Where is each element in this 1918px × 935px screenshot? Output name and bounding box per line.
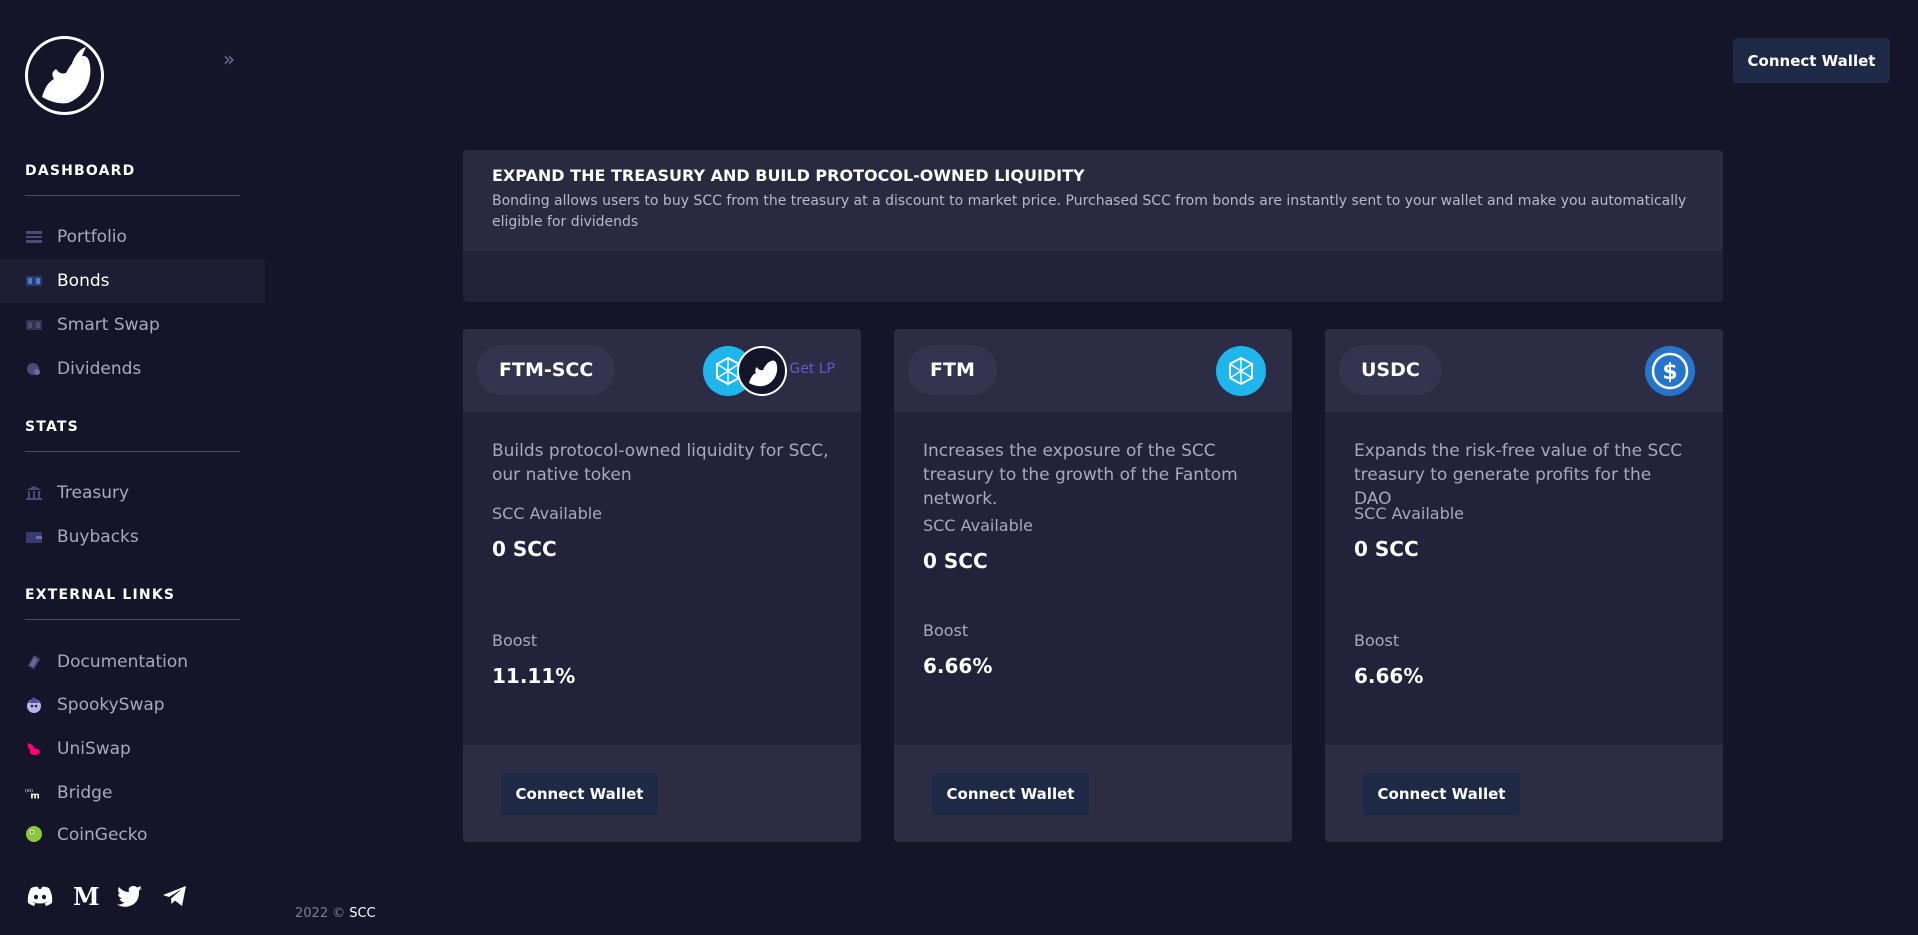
boost-label: Boost (1354, 631, 1400, 650)
sidebar-item-label: Smart Swap (57, 315, 160, 335)
bond-name-pill: USDC (1339, 345, 1442, 395)
bond-card-usdc: USDC $ Expands the risk-free value of th… (1325, 329, 1723, 842)
connect-wallet-button[interactable]: Connect Wallet (932, 773, 1089, 815)
svg-text:m: m (30, 791, 39, 800)
swap-icon (25, 316, 43, 334)
divider (25, 619, 240, 620)
bank-icon (25, 484, 43, 502)
coingecko-icon (25, 825, 43, 843)
spookyswap-icon (25, 696, 43, 714)
dividends-icon (25, 360, 43, 378)
sidebar-item-smart-swap[interactable]: Smart Swap (0, 303, 265, 347)
bonds-icon (25, 272, 43, 290)
bond-description: Builds protocol-owned liquidity for SCC,… (492, 441, 829, 485)
boost-label: Boost (923, 621, 969, 640)
sidebar-item-label: UniSwap (57, 739, 131, 759)
boost-value: 6.66% (1354, 664, 1424, 688)
sidebar-item-coingecko[interactable]: CoinGecko (0, 815, 265, 845)
sidebar-item-treasury[interactable]: Treasury (0, 471, 265, 515)
boost-value: 6.66% (923, 654, 993, 678)
get-lp-link[interactable]: Get LP (789, 361, 835, 377)
scc-available-label: SCC Available (1354, 504, 1465, 523)
connect-wallet-button[interactable]: Connect Wallet (1363, 773, 1520, 815)
scc-available-label: SCC Available (923, 516, 1034, 535)
sidebar-item-uniswap[interactable]: UniSwap (0, 727, 265, 771)
boost-value: 11.11% (492, 664, 576, 688)
connect-wallet-button[interactable]: Connect Wallet (1733, 38, 1890, 83)
section-title-stats: STATS (25, 419, 79, 435)
svg-text:M: M (73, 884, 100, 908)
bond-card-ftm: FTM Increases the exposure of the SCC tr… (894, 329, 1292, 842)
sidebar-item-dividends[interactable]: Dividends (0, 347, 265, 391)
twitter-icon[interactable] (114, 880, 146, 912)
sidebar-item-bridge[interactable]: (m) m Bridge (0, 771, 265, 815)
docs-icon (25, 653, 43, 671)
sidebar-item-label: Documentation (57, 652, 189, 672)
sidebar-item-documentation[interactable]: Documentation (0, 640, 265, 684)
section-title-dashboard: DASHBOARD (25, 163, 136, 179)
bond-description: Expands the risk-free value of the SCC t… (1354, 441, 1683, 509)
collapse-sidebar-icon[interactable]: » (218, 48, 240, 70)
divider (25, 195, 240, 196)
wallet-icon (25, 528, 43, 546)
section-title-external-links: EXTERNAL LINKS (25, 587, 176, 603)
scc-available-label: SCC Available (492, 504, 603, 523)
sidebar: » DASHBOARD Portfolio Bonds Smart Swap D… (0, 0, 265, 935)
discord-icon[interactable] (24, 880, 56, 912)
bond-name-pill: FTM-SCC (477, 345, 616, 395)
scc-token-icon (737, 346, 787, 396)
bond-name-pill: FTM (908, 345, 997, 395)
sidebar-item-spookyswap[interactable]: SpookySwap (0, 683, 265, 727)
telegram-icon[interactable] (159, 880, 191, 912)
bridge-icon: (m) m (25, 784, 43, 802)
uniswap-icon (25, 740, 43, 758)
sidebar-item-label: Bridge (57, 783, 113, 803)
banner-description: Bonding allows users to buy SCC from the… (492, 193, 1687, 230)
copyright-year: 2022 © (295, 906, 346, 921)
scc-available-value: 0 SCC (492, 537, 557, 561)
portfolio-icon (25, 228, 43, 246)
scc-logo[interactable] (25, 36, 104, 115)
scc-available-value: 0 SCC (923, 549, 988, 573)
bonds-info-banner: EXPAND THE TREASURY AND BUILD PROTOCOL-O… (463, 150, 1723, 302)
svg-text:$: $ (1662, 360, 1677, 385)
sidebar-item-label: Bonds (57, 271, 110, 291)
footer: 2022 © SCC (295, 906, 376, 921)
footer-brand-link[interactable]: SCC (349, 906, 375, 921)
connect-wallet-button[interactable]: Connect Wallet (501, 773, 658, 815)
scc-available-value: 0 SCC (1354, 537, 1419, 561)
sidebar-item-label: SpookySwap (57, 695, 165, 715)
medium-icon[interactable]: M (70, 880, 102, 912)
sidebar-item-label: Buybacks (57, 527, 139, 547)
bond-card-ftm-scc: FTM-SCC Get LP Builds protocol-owned liq… (463, 329, 861, 842)
divider (25, 451, 240, 452)
boost-label: Boost (492, 631, 538, 650)
sidebar-item-portfolio[interactable]: Portfolio (0, 215, 265, 259)
sidebar-item-buybacks[interactable]: Buybacks (0, 515, 265, 559)
sidebar-item-label: Treasury (57, 483, 130, 503)
banner-title: EXPAND THE TREASURY AND BUILD PROTOCOL-O… (492, 166, 1085, 185)
sidebar-item-bonds[interactable]: Bonds (0, 259, 265, 303)
bond-description: Increases the exposure of the SCC treasu… (923, 441, 1238, 509)
fantom-icon (1216, 346, 1266, 396)
sidebar-item-label: CoinGecko (57, 825, 148, 845)
sidebar-item-label: Dividends (57, 359, 142, 379)
usdc-icon: $ (1645, 346, 1695, 396)
sidebar-item-label: Portfolio (57, 227, 127, 247)
